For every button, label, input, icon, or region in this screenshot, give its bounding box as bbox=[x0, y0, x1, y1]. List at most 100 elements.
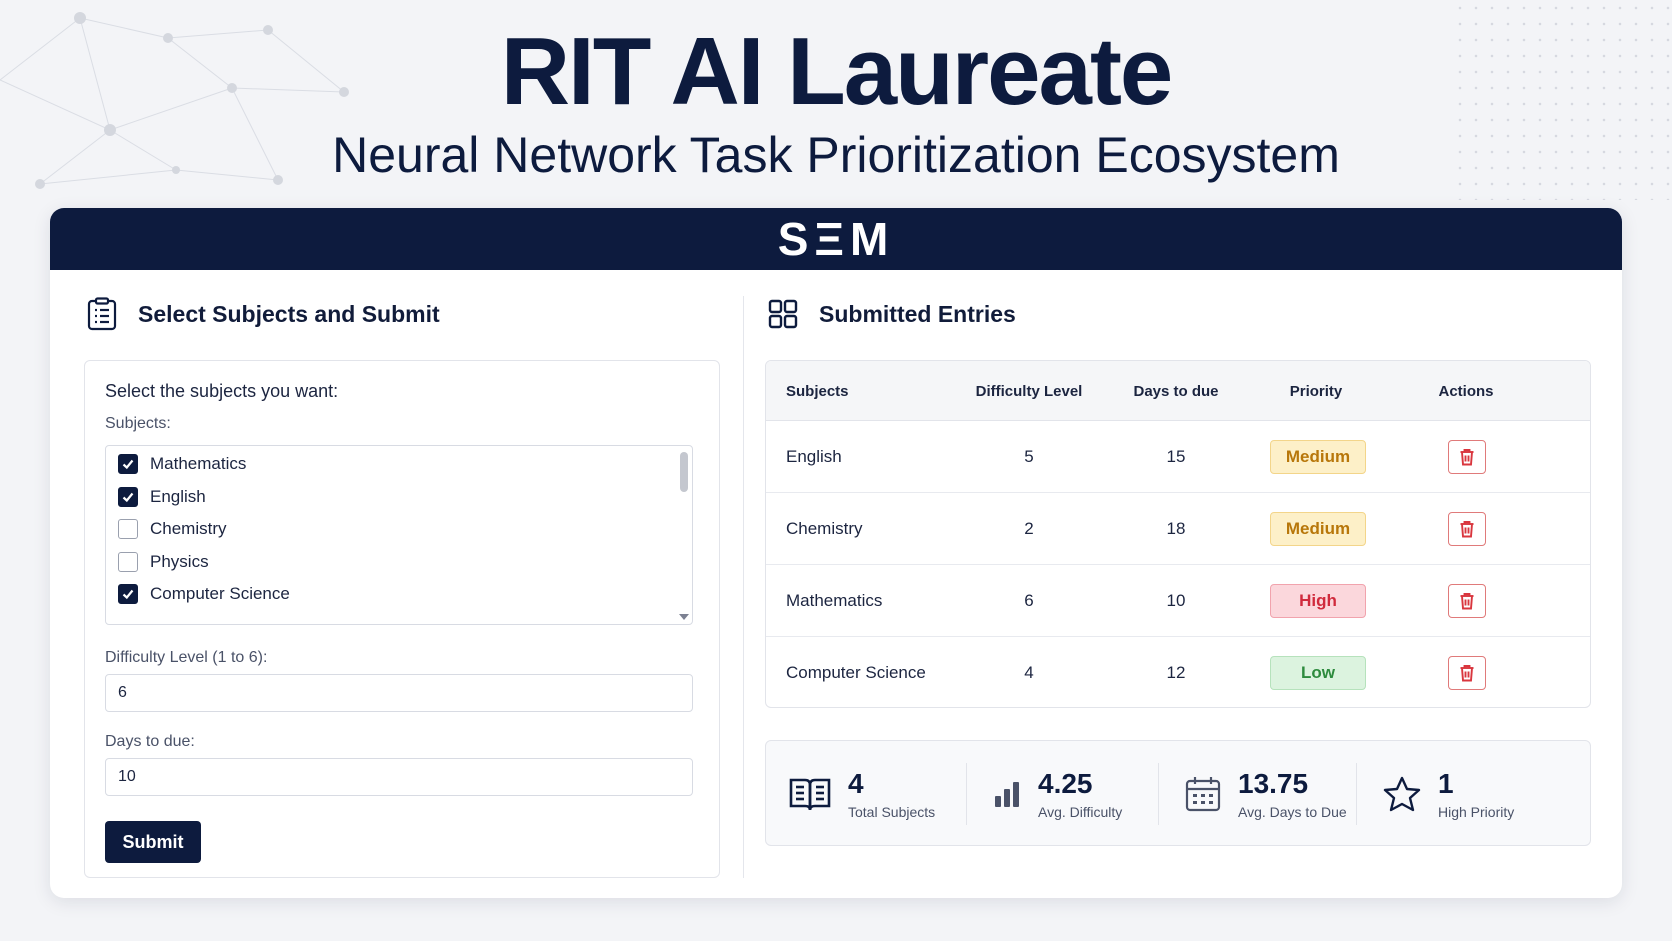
grid-icon bbox=[765, 296, 801, 332]
cell-priority: Medium bbox=[1268, 421, 1368, 493]
checkmark-icon bbox=[122, 459, 134, 470]
cell-days: 10 bbox=[1166, 591, 1186, 610]
section-divider bbox=[743, 296, 744, 878]
subject-checkbox[interactable] bbox=[118, 454, 138, 474]
priority-badge: Medium bbox=[1270, 440, 1366, 474]
cell-priority: Low bbox=[1268, 637, 1368, 707]
priority-badge: High bbox=[1270, 584, 1366, 618]
entries-section-header: Submitted Entries bbox=[765, 294, 1016, 334]
stat-value: 1 bbox=[1438, 768, 1454, 799]
subject-option[interactable]: English bbox=[118, 485, 206, 509]
cell-actions bbox=[1447, 493, 1487, 565]
trash-icon bbox=[1459, 448, 1475, 466]
listbox-scroll-down-arrow[interactable] bbox=[679, 614, 689, 620]
form-section-title: Select Subjects and Submit bbox=[138, 300, 440, 327]
trash-icon bbox=[1459, 592, 1475, 610]
subjects-label: Subjects: bbox=[105, 415, 171, 432]
calendar-icon bbox=[1184, 775, 1222, 813]
stat-value: 4.25 bbox=[1038, 768, 1093, 799]
entries-section: Submitted Entries Subjects Difficulty Le… bbox=[765, 270, 1591, 898]
listbox-scrollbar-thumb[interactable] bbox=[680, 452, 688, 492]
subject-checkbox[interactable] bbox=[118, 584, 138, 604]
subject-option[interactable]: Chemistry bbox=[118, 517, 227, 541]
subject-option[interactable]: Mathematics bbox=[118, 452, 246, 476]
cell-priority: High bbox=[1268, 565, 1368, 637]
table-row: Chemistry 2 18 Medium bbox=[766, 493, 1590, 565]
main-card: SΞM Select Subjects and Submit Select th… bbox=[50, 208, 1622, 898]
trash-icon bbox=[1459, 664, 1475, 682]
subject-checkbox[interactable] bbox=[118, 519, 138, 539]
stat-label: Avg. Days to Due bbox=[1238, 804, 1347, 820]
days-label: Days to due: bbox=[105, 733, 195, 750]
app-subtitle: Neural Network Task Prioritization Ecosy… bbox=[332, 127, 1340, 183]
form-prompt: Select the subjects you want: bbox=[105, 381, 339, 401]
cell-subject: Mathematics bbox=[786, 591, 883, 610]
form-section-header: Select Subjects and Submit bbox=[84, 294, 440, 334]
submit-button[interactable]: Submit bbox=[105, 821, 201, 863]
book-icon bbox=[788, 775, 832, 813]
delete-button[interactable] bbox=[1448, 512, 1486, 546]
cell-difficulty: 4 bbox=[1024, 663, 1034, 682]
column-header-days: Days to due bbox=[1133, 382, 1219, 400]
subject-option-label: Mathematics bbox=[150, 454, 247, 473]
table-row: English 5 15 Medium bbox=[766, 421, 1590, 493]
delete-button[interactable] bbox=[1448, 584, 1486, 618]
checkmark-icon bbox=[122, 492, 134, 502]
stat-separator bbox=[966, 763, 967, 825]
stat-separator bbox=[1158, 763, 1159, 825]
subject-form: Select the subjects you want: Subjects: … bbox=[84, 360, 720, 878]
delete-button[interactable] bbox=[1448, 440, 1486, 474]
stat-label: High Priority bbox=[1438, 804, 1515, 820]
stat-card: 4.25 Avg. Difficulty bbox=[992, 741, 1122, 847]
cell-actions bbox=[1447, 421, 1487, 493]
star-icon bbox=[1382, 775, 1422, 813]
cell-days: 15 bbox=[1166, 447, 1186, 466]
cell-subject: Computer Science bbox=[786, 663, 926, 682]
priority-badge: Medium bbox=[1270, 512, 1366, 546]
subject-option[interactable]: Physics bbox=[118, 550, 209, 574]
subject-option-label: English bbox=[150, 486, 206, 506]
subject-option[interactable]: Computer Science bbox=[118, 582, 290, 606]
subject-checkbox[interactable] bbox=[118, 551, 138, 572]
stat-card: 13.75 Avg. Days to Due bbox=[1184, 741, 1347, 847]
subject-checkbox[interactable] bbox=[118, 486, 138, 507]
cell-priority: Medium bbox=[1268, 493, 1368, 565]
cell-days: 18 bbox=[1166, 519, 1186, 538]
column-header-actions: Actions bbox=[1438, 382, 1494, 400]
stat-card: 4 Total Subjects bbox=[788, 741, 935, 847]
cell-subject: Chemistry bbox=[786, 519, 863, 538]
app-title: RIT AI Laureate bbox=[500, 18, 1174, 125]
stat-label: Total Subjects bbox=[848, 804, 936, 820]
subject-option-label: Physics bbox=[150, 551, 209, 571]
cell-difficulty: 5 bbox=[1024, 447, 1034, 466]
table-row: Mathematics 6 10 High bbox=[766, 565, 1590, 637]
stat-separator bbox=[1356, 763, 1357, 825]
column-header-difficulty: Difficulty Level bbox=[975, 382, 1083, 400]
difficulty-label: Difficulty Level (1 to 6): bbox=[105, 649, 268, 666]
subject-option-label: Computer Science bbox=[150, 584, 290, 603]
brand-logo: SΞM bbox=[777, 213, 895, 265]
clipboard-icon bbox=[84, 296, 120, 332]
entries-table: Subjects Difficulty Level Days to due Pr… bbox=[765, 360, 1591, 708]
table-header: Subjects Difficulty Level Days to due Pr… bbox=[766, 361, 1590, 421]
stat-value: 13.75 bbox=[1238, 768, 1309, 799]
cell-difficulty: 2 bbox=[1024, 519, 1034, 538]
bar-chart-icon bbox=[992, 779, 1022, 809]
subject-form-section: Select Subjects and Submit Select the su… bbox=[84, 270, 734, 898]
table-row: Computer Science 4 12 Low bbox=[766, 637, 1590, 707]
hero-header: RIT AI Laureate Neural Network Task Prio… bbox=[0, 22, 1672, 184]
stats-summary: 4 Total Subjects 4.25 Avg. Difficulty 13.75 A… bbox=[765, 740, 1591, 846]
cell-actions bbox=[1447, 565, 1487, 637]
difficulty-input[interactable]: 6 bbox=[105, 674, 693, 712]
delete-button[interactable] bbox=[1448, 656, 1486, 690]
checkmark-icon bbox=[122, 589, 134, 600]
cell-days: 12 bbox=[1166, 663, 1186, 682]
subjects-listbox[interactable]: Mathematics English Chemistry Physics Comput… bbox=[105, 445, 693, 625]
days-input[interactable]: 10 bbox=[105, 758, 693, 796]
stat-card: 1 High Priority bbox=[1382, 741, 1514, 847]
column-header-subjects: Subjects bbox=[786, 382, 849, 400]
column-header-priority: Priority bbox=[1289, 382, 1343, 400]
entries-section-title: Submitted Entries bbox=[819, 300, 1016, 327]
priority-badge: Low bbox=[1270, 656, 1366, 690]
trash-icon bbox=[1459, 520, 1475, 538]
